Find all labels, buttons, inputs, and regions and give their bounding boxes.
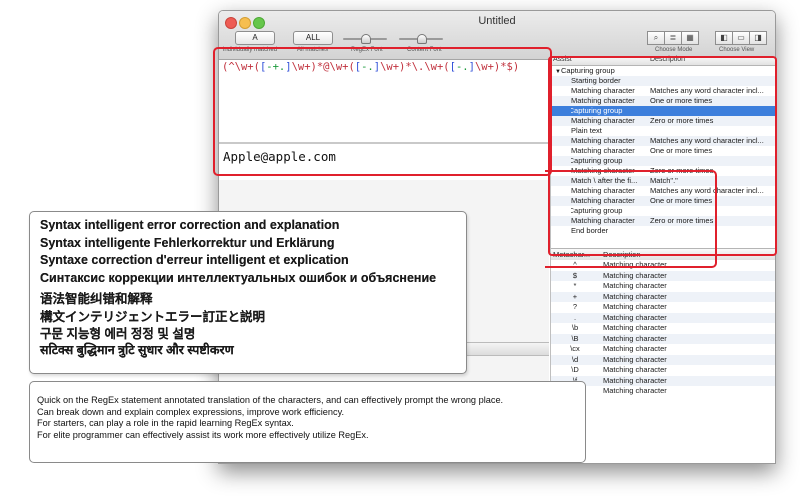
mode-grid-icon[interactable]: ▦ — [681, 31, 699, 45]
metachar-row[interactable]: \cx Matching character — [551, 344, 775, 355]
view-left-icon[interactable]: ◧ — [715, 31, 733, 45]
choose-mode-label: Choose Mode — [655, 47, 693, 53]
assist-callout-frame — [548, 56, 777, 256]
metachar-description: Matching character — [603, 365, 667, 374]
feature-line: Syntaxe correction d'erreur intelligent … — [40, 253, 349, 267]
all-matches-button[interactable]: ALL — [293, 31, 333, 45]
metachar-row[interactable]: ? Matching character — [551, 302, 775, 313]
metachar-symbol: . — [573, 312, 577, 322]
description-line: Can break down and explain complex expre… — [37, 406, 345, 417]
description-line: For starters, can play a role in the rap… — [37, 418, 294, 428]
content-font-slider[interactable] — [399, 34, 443, 44]
metachar-symbol: + — [572, 291, 578, 301]
metachar-row[interactable]: \b Matching character — [551, 323, 775, 334]
description-line: For elite programmer can effectively ass… — [37, 429, 369, 440]
metachar-description: Matching character — [603, 344, 667, 353]
metachar-symbol: $ — [572, 270, 578, 280]
metachar-symbol: \D — [571, 365, 579, 374]
slider-knob[interactable] — [361, 34, 371, 44]
feature-line: 構文インテリジェントエラー訂正と説明 — [40, 309, 266, 324]
metachar-symbol: ? — [572, 302, 578, 311]
metachar-row[interactable]: \D Matching character — [551, 365, 775, 376]
mode-search-icon[interactable]: ⌕ — [647, 31, 665, 45]
metachar-description: Matching character — [603, 354, 667, 364]
description-panel: Quick on the RegEx statement annotated t… — [29, 381, 586, 463]
metachar-row[interactable]: + Matching character — [551, 291, 775, 302]
metachar-description: Matching character — [603, 302, 667, 311]
slider-knob[interactable] — [417, 34, 427, 44]
feature-line: 语法智能纠错和解释 — [40, 292, 153, 306]
feature-line: Syntax intelligent error correction and … — [40, 218, 340, 232]
metachar-description: Matching character — [603, 291, 667, 301]
regex-callout-frame — [213, 47, 552, 176]
feature-panel: Syntax intelligent error correction and … — [29, 211, 467, 374]
metachar-description: Matching character — [603, 386, 667, 395]
feature-line: सटिक्स बुद्धिमान त्रुटि सुधार और स्पष्टी… — [40, 342, 234, 357]
metachar-symbol: \B — [571, 333, 579, 343]
metachar-symbol: \d — [571, 354, 579, 364]
mode-list-icon[interactable]: ≣ — [664, 31, 682, 45]
feature-line: Syntax intelligente Fehlerkorrektur und … — [40, 235, 335, 250]
metachar-description: Matching character — [603, 333, 667, 343]
metachar-row[interactable]: \d Matching character — [551, 354, 775, 365]
metachar-row[interactable]: * Matching character — [551, 281, 775, 292]
view-right-icon[interactable]: ◨ — [749, 31, 767, 45]
metachar-table[interactable]: ^ Matching character $ Matching character * M… — [551, 260, 775, 397]
metachar-row[interactable]: \B Matching character — [551, 333, 775, 344]
description-line: Quick on the RegEx statement annotated t… — [37, 395, 504, 405]
metachar-description: Matching character — [603, 270, 667, 280]
metachar-symbol: \cx — [570, 344, 580, 353]
window-title: Untitled — [478, 15, 516, 27]
metachar-description: Matching character — [603, 312, 667, 322]
metachar-row[interactable]: . Matching character — [551, 312, 775, 323]
choose-view-label: Choose View — [719, 47, 755, 53]
metachar-symbol: * — [573, 281, 577, 290]
feature-line: 구문 지능형 에러 정정 및 설명 — [40, 327, 196, 341]
regex-font-slider[interactable] — [343, 34, 387, 44]
individual-match-button[interactable]: A — [235, 31, 275, 45]
metachar-description: Matching character — [603, 375, 667, 385]
metachar-description: Matching character — [603, 281, 667, 290]
metachar-description: Matching character — [603, 323, 667, 332]
metachar-symbol: \b — [571, 323, 579, 332]
feature-line: Синтаксис коррекции интеллектуальных оши… — [40, 270, 437, 285]
metachar-row[interactable]: $ Matching character — [551, 270, 775, 281]
view-single-icon[interactable]: ▭ — [732, 31, 750, 45]
